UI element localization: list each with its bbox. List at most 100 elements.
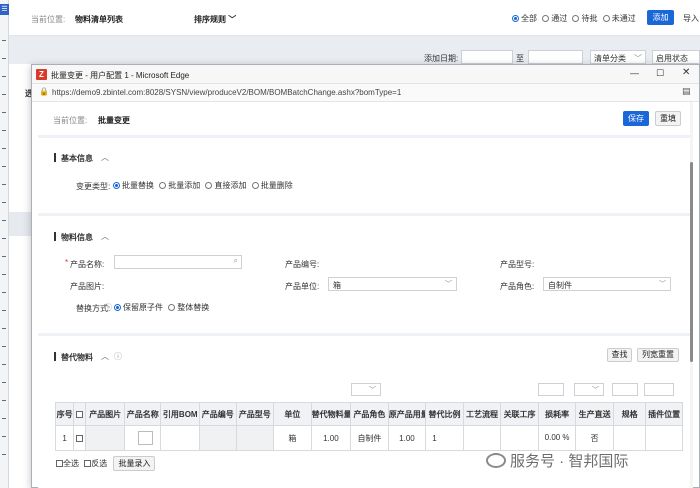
column-header: 损耗率: [537, 402, 577, 426]
scrollbar-track[interactable]: [690, 102, 693, 488]
role-filter-select[interactable]: ﹀: [351, 383, 381, 396]
bg-sort-dropdown[interactable]: 排序规则 ﹀: [194, 14, 236, 25]
product-name-cell[interactable]: [123, 425, 162, 451]
info-icon[interactable]: ⓘ: [104, 302, 112, 313]
page-header: 当前位置: 批量变更 保存 重填: [38, 102, 690, 135]
role-cell[interactable]: 自制件: [350, 425, 389, 451]
change-type-label: 变更类型:: [76, 182, 111, 191]
radio-pending[interactable]: [572, 15, 580, 22]
save-button[interactable]: 保存: [623, 111, 649, 126]
bg-date-start-input[interactable]: [461, 50, 513, 64]
url-text[interactable]: https://demo9.zbintel.com:8028/SYSN/view…: [52, 88, 401, 97]
background-sidebar: [0, 0, 9, 488]
watermark: 服务号 · 智邦国际: [486, 450, 628, 471]
address-bar[interactable]: 🔒 https://demo9.zbintel.com:8028/SYSN/vi…: [32, 84, 699, 102]
radio-whole-replace[interactable]: [168, 304, 176, 311]
ratio-cell[interactable]: 1: [425, 425, 464, 451]
select-all-checkbox-header[interactable]: [73, 402, 87, 426]
product-role-label: 产品角色:: [500, 282, 535, 291]
chevron-down-icon: ﹀: [634, 54, 642, 63]
table-footer: 全选 反选 批量录入: [56, 456, 156, 471]
collapse-chevron-icon[interactable]: ︿: [101, 351, 109, 362]
bg-table-strip: 选: [9, 64, 33, 488]
direct-cell[interactable]: 否: [575, 425, 614, 451]
orig-qty-cell[interactable]: 1.00: [387, 425, 427, 451]
loss-filter-input[interactable]: [538, 383, 564, 396]
search-button[interactable]: 查找: [607, 348, 632, 362]
operation-cell[interactable]: [500, 425, 539, 451]
ref-bom-cell: [160, 425, 201, 451]
option-keep-children: 保留原子件: [123, 303, 163, 312]
product-role-select[interactable]: 自制件 ﹀: [543, 277, 671, 291]
product-name-input[interactable]: ⌕: [114, 255, 242, 269]
batch-entry-button[interactable]: 批量录入: [113, 456, 156, 471]
select-all-label[interactable]: 全选: [63, 459, 79, 468]
maximize-icon[interactable]: ☐: [656, 68, 664, 79]
product-unit-select[interactable]: 箱 ﹀: [328, 277, 457, 291]
replace-mode-radio-group[interactable]: 保留原子件 整体替换: [114, 302, 209, 313]
search-icon[interactable]: ⌕: [234, 256, 238, 266]
column-header: 序号: [54, 402, 75, 426]
info-icon[interactable]: ⓘ: [114, 351, 122, 362]
qty-cell[interactable]: 1.00: [310, 425, 352, 451]
chevron-down-icon: ﹀: [592, 387, 599, 394]
bg-approval-filter[interactable]: 全部 通过 待批 未通过: [512, 13, 636, 24]
column-header: 引用BOM: [160, 402, 201, 426]
table-row: 1 箱 1.00 自制件 1.00 1 0.00 % 否: [54, 425, 683, 451]
radio-all[interactable]: [512, 15, 519, 22]
column-header: 产品名称: [123, 402, 162, 426]
bg-category-select[interactable]: 清单分类 ﹀: [590, 50, 646, 64]
radio-rejected[interactable]: [602, 15, 610, 22]
bg-import-button[interactable]: 导入: [683, 13, 699, 24]
bg-divider: [9, 212, 31, 236]
window-title: 批量变更 - 用户配置 1 - Microsoft Edge: [51, 71, 190, 80]
radio-approved[interactable]: [542, 15, 550, 22]
close-icon[interactable]: ✕: [682, 67, 690, 78]
radio-direct-add[interactable]: [205, 182, 213, 189]
column-header: 产品编号: [199, 402, 237, 426]
chevron-down-icon: ﹀: [369, 387, 376, 394]
menu-toggle-icon[interactable]: ☰: [0, 4, 9, 15]
column-header: 替代物料量: [310, 402, 352, 426]
unit-cell[interactable]: 箱: [273, 425, 312, 451]
select-all-checkbox[interactable]: [56, 460, 63, 467]
invert-label[interactable]: 反选: [91, 459, 107, 468]
spec-filter-input[interactable]: [612, 383, 638, 396]
reset-button[interactable]: 重填: [655, 111, 681, 126]
scrollbar-thumb[interactable]: [690, 162, 693, 362]
chevron-down-icon: ﹀: [228, 15, 237, 24]
bg-status-select[interactable]: 启用状态: [652, 50, 700, 64]
product-name-input[interactable]: [138, 431, 154, 445]
reset-column-width-button[interactable]: 列宽重置: [637, 348, 679, 362]
column-header: 生产直送: [575, 402, 614, 426]
collapse-chevron-icon[interactable]: ︿: [101, 152, 109, 163]
column-header: 产品角色: [350, 402, 389, 426]
change-type-radio-group[interactable]: 批量替换 批量添加 直接添加 批量删除: [113, 180, 293, 191]
radio-keep-children[interactable]: [114, 304, 121, 311]
checkbox[interactable]: [76, 410, 84, 418]
bg-date-end-input[interactable]: [528, 50, 583, 64]
bg-add-button[interactable]: 添加: [647, 10, 674, 25]
minimize-icon[interactable]: —: [630, 68, 639, 78]
reader-icon[interactable]: ▤: [682, 86, 691, 97]
location-label: 当前位置:: [53, 116, 88, 125]
radio-batch-add[interactable]: [159, 182, 167, 189]
column-header: 产品型号: [235, 402, 275, 426]
collapse-chevron-icon[interactable]: ︿: [101, 231, 109, 242]
table-header-row: 序号 产品图片 产品名称 引用BOM 产品编号 产品型号 单位 替代物料量 产品…: [54, 402, 683, 426]
column-header: 原产品用量: [387, 402, 427, 426]
column-header: 产品图片: [85, 402, 125, 426]
plugin-position-cell[interactable]: [645, 425, 683, 451]
radio-batch-delete[interactable]: [251, 182, 259, 189]
radio-batch-replace[interactable]: [113, 182, 120, 189]
direct-filter-select[interactable]: ﹀: [574, 383, 604, 396]
chevron-down-icon: ﹀: [445, 281, 452, 288]
material-info-section: 物料信息 ︿ * 产品名称: ⌕ 产品编号: 产品型号: 产品图片: 产品单位:…: [38, 216, 690, 333]
column-header: 规格: [612, 402, 647, 426]
row-checkbox-cell[interactable]: [73, 425, 87, 451]
checkbox[interactable]: [76, 434, 84, 442]
process-cell[interactable]: [462, 425, 502, 451]
loss-cell[interactable]: 0.00 %: [537, 425, 577, 451]
spec-cell: [612, 425, 647, 451]
plugin-filter-input[interactable]: [644, 383, 674, 396]
